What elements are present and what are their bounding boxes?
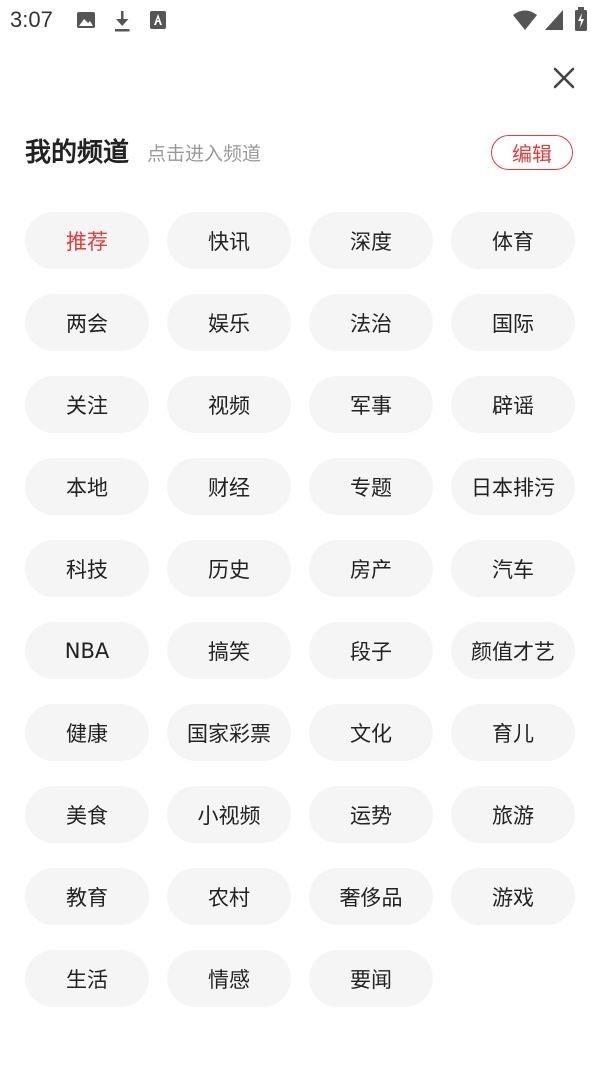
channel-chip[interactable]: 游戏 xyxy=(451,868,575,925)
channel-chip[interactable]: 科技 xyxy=(25,540,149,597)
channel-chip[interactable]: 法治 xyxy=(309,294,433,351)
channel-chip[interactable]: 娱乐 xyxy=(167,294,291,351)
channel-chip[interactable]: 推荐 xyxy=(25,212,149,269)
channel-chip[interactable]: 历史 xyxy=(167,540,291,597)
channel-chip[interactable]: 小视频 xyxy=(167,786,291,843)
channel-chip[interactable]: 文化 xyxy=(309,704,433,761)
channel-chip[interactable]: 视频 xyxy=(167,376,291,433)
edit-button[interactable]: 编辑 xyxy=(491,135,573,170)
channel-chip[interactable]: 段子 xyxy=(309,622,433,679)
channel-chip[interactable]: 国际 xyxy=(451,294,575,351)
channel-chip[interactable]: 汽车 xyxy=(451,540,575,597)
channel-chip[interactable]: 旅游 xyxy=(451,786,575,843)
channel-chip[interactable]: 农村 xyxy=(167,868,291,925)
close-icon xyxy=(548,67,580,98)
channel-chip[interactable]: 辟谣 xyxy=(451,376,575,433)
channel-chip[interactable]: 军事 xyxy=(309,376,433,433)
text-a-icon xyxy=(149,10,167,34)
channel-chip[interactable]: 本地 xyxy=(25,458,149,515)
channel-chip[interactable]: 育儿 xyxy=(451,704,575,761)
page-subtitle: 点击进入频道 xyxy=(147,143,262,165)
channel-chip[interactable]: 奢侈品 xyxy=(309,868,433,925)
channel-chip[interactable]: 财经 xyxy=(167,458,291,515)
download-icon xyxy=(112,10,132,36)
battery-icon xyxy=(574,7,588,36)
channel-chip[interactable]: 日本排污 xyxy=(451,458,575,515)
channel-chip[interactable]: 快讯 xyxy=(167,212,291,269)
channel-chip[interactable]: 关注 xyxy=(25,376,149,433)
page-title: 我的频道 xyxy=(25,138,130,168)
image-icon xyxy=(76,10,96,34)
close-button[interactable] xyxy=(548,62,580,94)
status-time: 3:07 xyxy=(10,7,53,32)
channel-chip[interactable]: 国家彩票 xyxy=(167,704,291,761)
channel-chip[interactable]: NBA xyxy=(25,622,149,679)
channel-grid: 推荐 快讯 深度 体育两会 娱乐 法治 国际关注 视频 军事 辟谣本地 财经 专题 日本排污科技 历史 房产… xyxy=(25,212,575,1007)
signal-icon xyxy=(544,9,564,35)
channel-chip[interactable]: 两会 xyxy=(25,294,149,351)
channel-chip[interactable]: 深度 xyxy=(309,212,433,269)
channel-chip[interactable]: 情感 xyxy=(167,950,291,1007)
channel-chip[interactable]: 专题 xyxy=(309,458,433,515)
channel-chip[interactable]: 颜值才艺 xyxy=(451,622,575,679)
channel-chip[interactable]: 房产 xyxy=(309,540,433,597)
channel-chip[interactable]: 运势 xyxy=(309,786,433,843)
channel-chip[interactable]: 美食 xyxy=(25,786,149,843)
channel-chip[interactable]: 教育 xyxy=(25,868,149,925)
channel-chip[interactable]: 要闻 xyxy=(309,950,433,1007)
wifi-icon xyxy=(512,9,538,35)
channel-chip[interactable]: 体育 xyxy=(451,212,575,269)
channel-chip[interactable]: 健康 xyxy=(25,704,149,761)
status-bar: 3:07 xyxy=(0,0,600,40)
channel-chip[interactable]: 生活 xyxy=(25,950,149,1007)
channel-chip[interactable]: 搞笑 xyxy=(167,622,291,679)
